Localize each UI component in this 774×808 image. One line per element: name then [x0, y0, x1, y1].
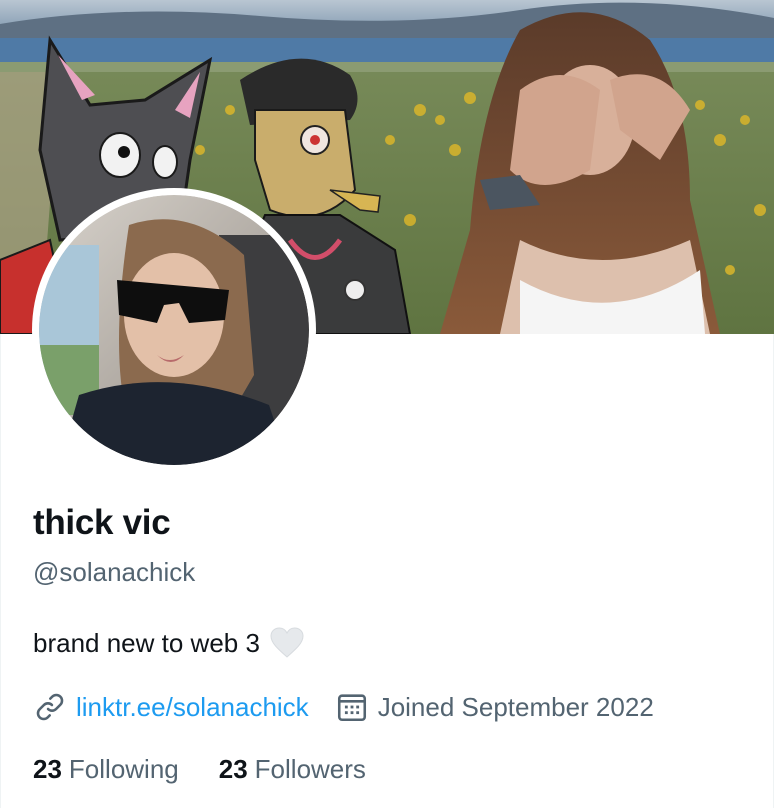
profile-meta: linktr.ee/solanachick Joined September 2… [33, 690, 654, 724]
calendar-icon [335, 690, 369, 724]
followers-label: Followers [254, 754, 366, 784]
following-count: 23 [33, 754, 62, 784]
follow-stats: 23 Following 23 Followers [33, 754, 406, 785]
profile-link[interactable]: linktr.ee/solanachick [76, 692, 309, 723]
white-heart-icon [270, 627, 304, 659]
link-icon [33, 690, 67, 724]
followers-count: 23 [218, 754, 248, 784]
joined-date: Joined September 2022 [377, 691, 654, 722]
avatar[interactable] [32, 188, 316, 472]
display-name: thick vic [33, 503, 171, 542]
handle: @solanachick [33, 557, 196, 587]
followers-link[interactable]: 23 Followers [219, 754, 366, 785]
bio-text: brand new to web 3 [33, 627, 260, 658]
bio: brand new to web 3 [33, 627, 304, 659]
following-link[interactable]: 23 Following [33, 754, 179, 785]
following-label: Following [68, 754, 179, 784]
